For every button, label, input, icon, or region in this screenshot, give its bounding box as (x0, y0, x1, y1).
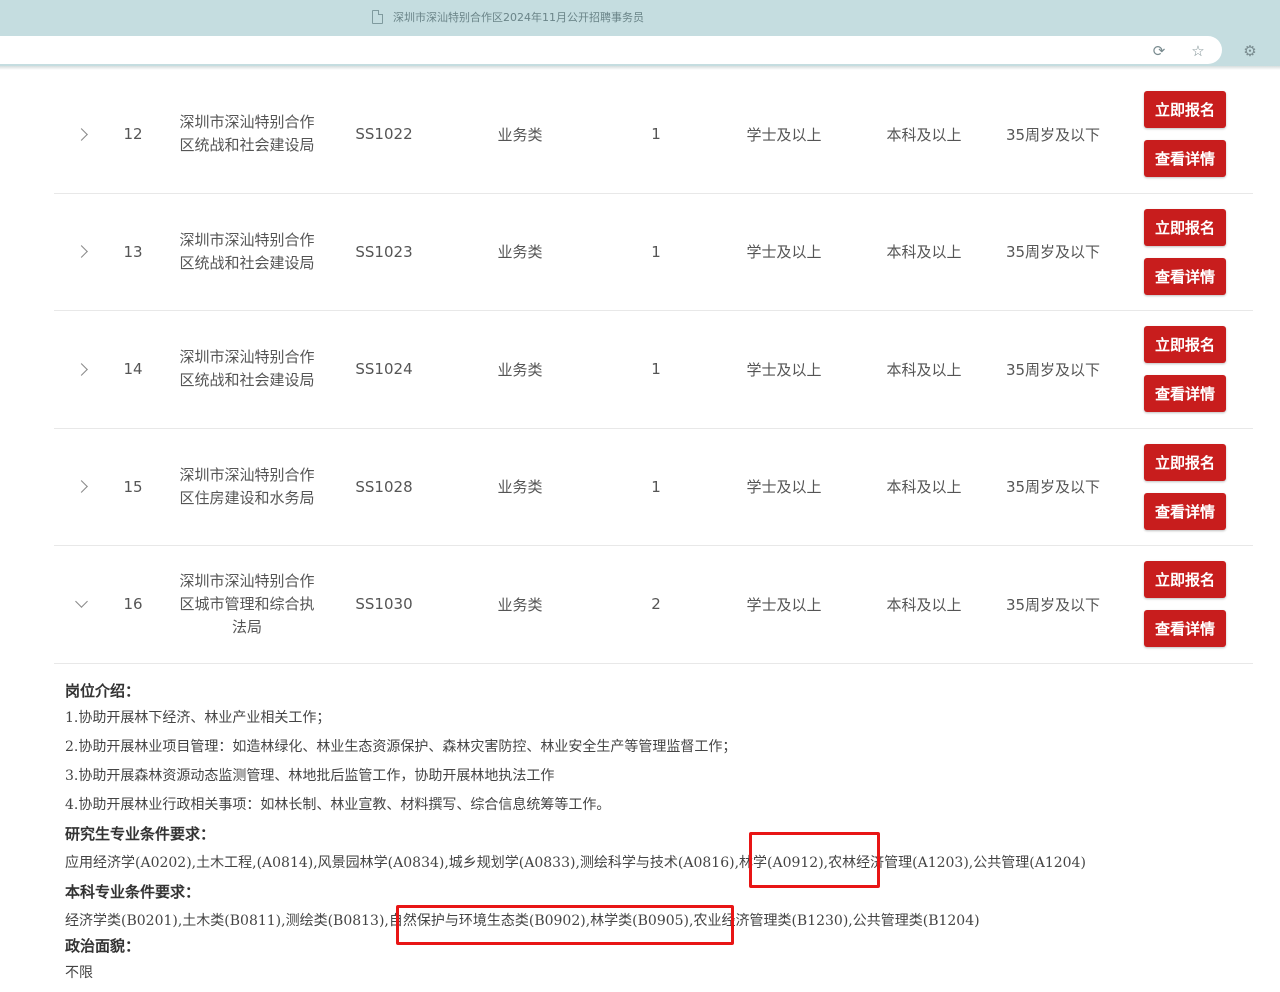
row-actions: 立即报名 查看详情 (1144, 311, 1226, 428)
position-code: SS1030 (355, 595, 413, 614)
department: 深圳市深汕特别合作区统战和社会建设局 (179, 348, 315, 390)
table-row: 15 深圳市深汕特别合作区住房建设和水务局 SS1028 业务类 1 学士及以上… (54, 429, 1253, 546)
refresh-icon[interactable]: ⟳ (1150, 42, 1168, 60)
degree-requirement: 学士及以上 (746, 595, 822, 614)
row-number: 16 (123, 595, 143, 614)
intro-line: 1.协助开展林下经济、林业产业相关工作； (65, 710, 331, 726)
tab-title: 深圳市深汕特别合作区2024年11月公开招聘事务员 (393, 11, 644, 24)
undergrad-major-heading: 本科专业条件要求： (65, 883, 201, 901)
table-row: 14 深圳市深汕特别合作区统战和社会建设局 SS1024 业务类 1 学士及以上… (54, 311, 1253, 429)
apply-button[interactable]: 立即报名 (1144, 561, 1226, 599)
row-actions: 立即报名 查看详情 (1144, 194, 1226, 311)
browser-tab[interactable]: 深圳市深汕特别合作区2024年11月公开招聘事务员 (372, 8, 644, 26)
chevron-icon (74, 480, 88, 494)
row-number: 12 (123, 125, 143, 144)
education-requirement: 本科及以上 (886, 243, 962, 262)
politics-text: 不限 (65, 965, 93, 981)
age-requirement: 35周岁及以下 (1005, 595, 1101, 614)
row-actions: 立即报名 查看详情 (1144, 546, 1226, 663)
department: 深圳市深汕特别合作区城市管理和综合执法局 (179, 571, 315, 636)
highlight-box (749, 832, 880, 888)
view-details-button[interactable]: 查看详情 (1144, 375, 1226, 413)
table-row: 13 深圳市深汕特别合作区统战和社会建设局 SS1023 业务类 1 学士及以上… (54, 194, 1253, 311)
degree-requirement: 学士及以上 (746, 125, 822, 144)
chevron-icon (74, 362, 88, 376)
age-requirement: 35周岁及以下 (1005, 243, 1101, 262)
table-row: 16 深圳市深汕特别合作区城市管理和综合执法局 SS1030 业务类 2 学士及… (54, 546, 1253, 664)
department: 深圳市深汕特别合作区统战和社会建设局 (179, 113, 315, 155)
view-details-button[interactable]: 查看详情 (1144, 610, 1226, 648)
toolbar-shadow (0, 66, 1280, 70)
position-type: 业务类 (497, 478, 543, 497)
position-code: SS1022 (355, 125, 413, 144)
education-requirement: 本科及以上 (886, 360, 962, 379)
position-code: SS1024 (355, 360, 413, 379)
star-icon[interactable]: ☆ (1189, 42, 1207, 60)
department: 深圳市深汕特别合作区统战和社会建设局 (179, 230, 315, 272)
intro-line: 4.协助开展林业行政相关事项：如林长制、林业宣教、材料撰写、综合信息统筹等工作。 (65, 797, 611, 813)
degree-requirement: 学士及以上 (746, 243, 822, 262)
intro-line: 2.协助开展林业项目管理：如造林绿化、林业生态资源保护、森林灾害防控、林业安全生… (65, 739, 737, 755)
address-bar[interactable] (0, 36, 1222, 64)
age-requirement: 35周岁及以下 (1005, 360, 1101, 379)
headcount: 2 (651, 595, 661, 614)
age-requirement: 35周岁及以下 (1005, 478, 1101, 497)
chevron-icon (74, 127, 88, 141)
department: 深圳市深汕特别合作区住房建设和水务局 (179, 465, 315, 507)
apply-button[interactable]: 立即报名 (1144, 443, 1226, 481)
position-type: 业务类 (497, 595, 543, 614)
intro-line: 3.协助开展森林资源动态监测管理、林地批后监管工作，协助开展林地执法工作 (65, 768, 555, 784)
expand-toggle[interactable] (66, 76, 96, 193)
row-number: 15 (123, 477, 143, 496)
browser-toolbar: ⟳ ☆ ⚙ (0, 36, 1280, 66)
highlight-box (396, 905, 734, 945)
headcount: 1 (651, 242, 661, 261)
row-number: 13 (123, 242, 143, 261)
grad-major-heading: 研究生专业条件要求： (65, 825, 216, 843)
row-actions: 立即报名 查看详情 (1144, 76, 1226, 193)
degree-requirement: 学士及以上 (746, 360, 822, 379)
age-requirement: 35周岁及以下 (1005, 125, 1101, 144)
chevron-icon (74, 595, 88, 609)
expand-toggle[interactable] (66, 194, 96, 311)
expand-toggle[interactable] (66, 546, 96, 663)
apply-button[interactable]: 立即报名 (1144, 208, 1226, 246)
apply-button[interactable]: 立即报名 (1144, 326, 1226, 364)
doc-icon (372, 10, 383, 24)
position-type: 业务类 (497, 360, 543, 379)
extensions-icon[interactable]: ⚙ (1241, 42, 1259, 60)
view-details-button[interactable]: 查看详情 (1144, 492, 1226, 530)
grad-major-text: 应用经济学(A0202),土木工程,(A0814),风景园林学(A0834),城… (65, 855, 1086, 871)
position-code: SS1023 (355, 242, 413, 261)
position-type: 业务类 (497, 243, 543, 262)
headcount: 1 (651, 360, 661, 379)
position-code: SS1028 (355, 477, 413, 496)
education-requirement: 本科及以上 (886, 125, 962, 144)
education-requirement: 本科及以上 (886, 478, 962, 497)
position-type: 业务类 (497, 125, 543, 144)
positions-table: 12 深圳市深汕特别合作区统战和社会建设局 SS1022 业务类 1 学士及以上… (54, 76, 1253, 664)
expand-toggle[interactable] (66, 311, 96, 428)
table-row: 12 深圳市深汕特别合作区统战和社会建设局 SS1022 业务类 1 学士及以上… (54, 76, 1253, 194)
education-requirement: 本科及以上 (886, 595, 962, 614)
view-details-button[interactable]: 查看详情 (1144, 257, 1226, 295)
headcount: 1 (651, 125, 661, 144)
row-actions: 立即报名 查看详情 (1144, 429, 1226, 546)
view-details-button[interactable]: 查看详情 (1144, 140, 1226, 178)
degree-requirement: 学士及以上 (746, 478, 822, 497)
headcount: 1 (651, 477, 661, 496)
row-number: 14 (123, 360, 143, 379)
browser-titlebar: 深圳市深汕特别合作区2024年11月公开招聘事务员 (0, 0, 1280, 36)
chevron-icon (74, 245, 88, 259)
apply-button[interactable]: 立即报名 (1144, 91, 1226, 129)
intro-heading: 岗位介绍： (65, 682, 141, 700)
expand-toggle[interactable] (66, 429, 96, 546)
